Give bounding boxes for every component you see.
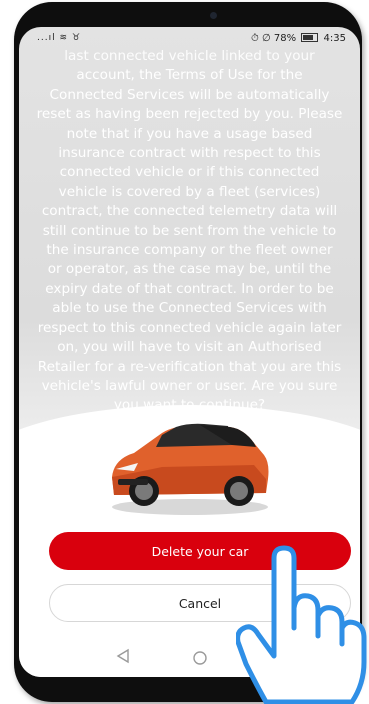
message-line: respect to this connected vehicle again … (37, 319, 342, 336)
message-line: Retailer for a re-verification that you … (37, 358, 342, 375)
confirmation-message: last connected vehicle linked to your ac… (27, 47, 352, 416)
front-camera (210, 12, 217, 19)
message-line: vehicle is covered by a fleet (services) (58, 183, 321, 200)
message-line: or operator, as the case may be, until t… (47, 261, 332, 278)
message-line: the insurance company or the fleet owner (46, 242, 333, 259)
message-line: vehicle's lawful owner or user. Are you … (41, 377, 338, 394)
message-line: connected vehicle or if this connected (59, 164, 320, 181)
battery-percent: 78% (273, 33, 297, 44)
message-line: still continue to be sent from the vehic… (42, 222, 337, 239)
message-line: last connected vehicle linked to your (64, 48, 315, 64)
alarm-nfc-icons: ⏱ ∅ (251, 33, 274, 44)
message-line: on, you will have to visit an Authorised (57, 339, 322, 356)
message-line: Connected Services will be automatically (49, 86, 330, 103)
circle-home-icon[interactable] (192, 650, 208, 666)
message-line: expiry date of that contract. In order t… (45, 280, 334, 297)
message-line: reset as having been rejected by you. Pl… (36, 106, 343, 123)
signal-wifi-icons: ...ıl ≋ ♉ (37, 33, 81, 43)
message-line: account, the Terms of Use for the (76, 67, 303, 84)
clock: 4:35 (323, 33, 346, 44)
message-line: contract, the connected telemetry data w… (41, 203, 338, 220)
battery-icon (301, 33, 319, 42)
status-right: ⏱ ∅ 78% 4:35 (251, 33, 346, 44)
message-line: note that if you have a usage based (66, 125, 313, 142)
tapping-hand-icon (236, 545, 367, 704)
triangle-back-icon[interactable] (116, 648, 130, 664)
message-line: insurance contract with respect to this (58, 145, 321, 162)
message-line: able to use the Connected Services with (52, 300, 327, 317)
car-image (112, 423, 269, 515)
